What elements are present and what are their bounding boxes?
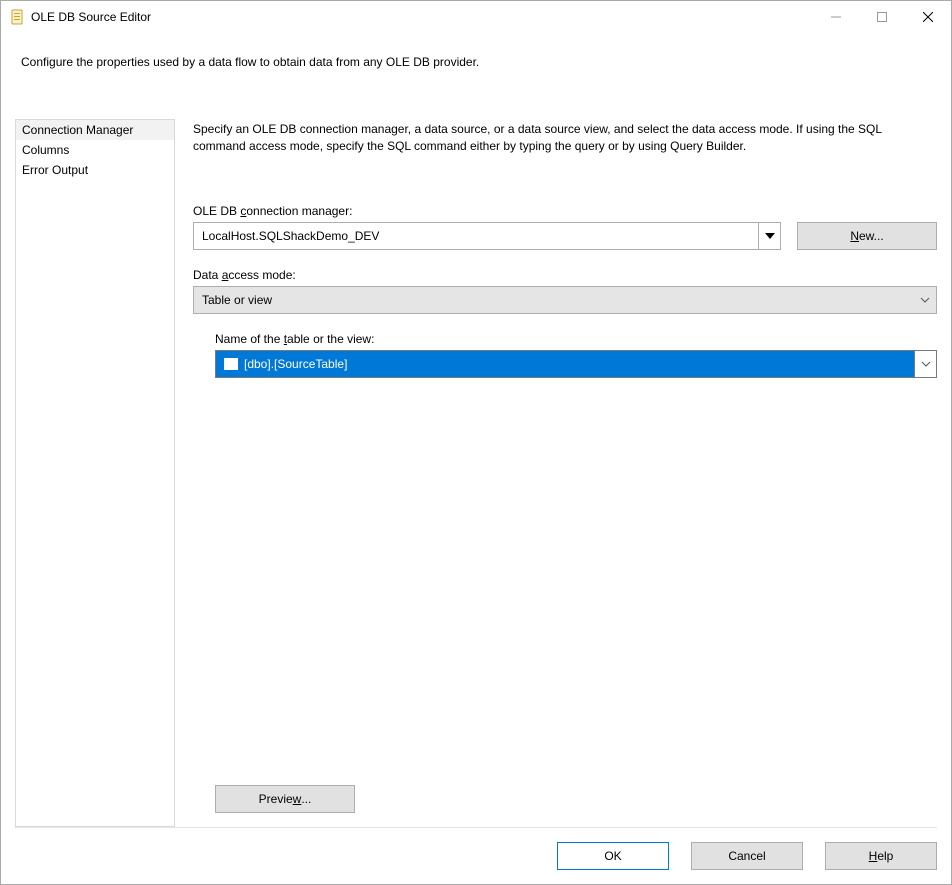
ole-db-source-editor-window: OLE DB Source Editor Configure the prope… [0,0,952,885]
window-title: OLE DB Source Editor [31,10,151,24]
preview-button[interactable]: Preview... [215,785,355,813]
titlebar: OLE DB Source Editor [1,1,951,33]
cancel-button[interactable]: Cancel [691,842,803,870]
sidebar-item-error-output[interactable]: Error Output [16,160,174,180]
help-button[interactable]: Help [825,842,937,870]
sidebar-item-columns[interactable]: Columns [16,140,174,160]
connection-manager-value: LocalHost.SQLShackDemo_DEV [194,223,758,249]
new-connection-button[interactable]: New... [797,222,937,250]
close-button[interactable] [905,1,951,33]
minimize-button[interactable] [813,1,859,33]
connection-manager-dropdown[interactable]: LocalHost.SQLShackDemo_DEV [193,222,781,250]
data-access-mode-dropdown[interactable]: Table or view [193,286,937,314]
data-access-mode-value: Table or view [194,287,914,313]
table-name-value: [dbo].[SourceTable] [216,351,914,377]
chevron-down-icon[interactable] [914,351,936,377]
app-icon [9,9,25,25]
sidebar-item-connection-manager[interactable]: Connection Manager [16,120,174,140]
data-access-mode-label: Data access mode: [193,268,937,282]
table-name-dropdown[interactable]: [dbo].[SourceTable] [215,350,937,378]
main-row: Connection Manager Columns Error Output … [15,119,937,827]
connection-manager-label: OLE DB connection manager: [193,204,937,218]
table-name-label: Name of the table or the view: [215,332,937,346]
sidebar: Connection Manager Columns Error Output [15,119,175,827]
maximize-button[interactable] [859,1,905,33]
ok-button[interactable]: OK [557,842,669,870]
table-icon [224,358,238,370]
panel-instructions: Specify an OLE DB connection manager, a … [193,121,937,156]
dialog-body: Configure the properties used by a data … [1,33,951,884]
right-panel: Specify an OLE DB connection manager, a … [175,119,937,827]
chevron-down-icon[interactable] [914,287,936,313]
bottom-bar: OK Cancel Help [15,827,937,870]
dialog-description: Configure the properties used by a data … [15,33,937,77]
chevron-down-icon[interactable] [758,223,780,249]
